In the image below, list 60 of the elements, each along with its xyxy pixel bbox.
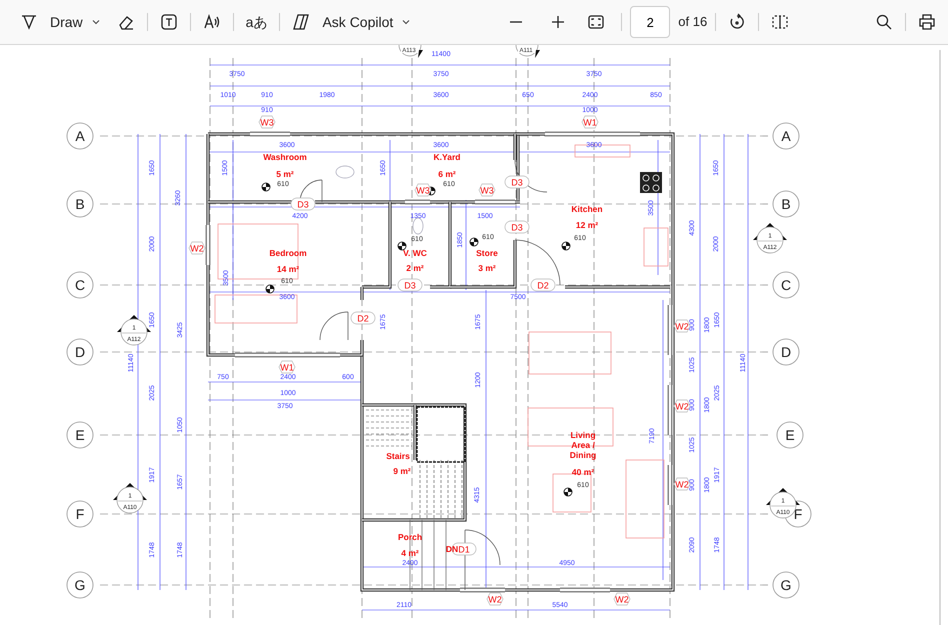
grid-bubble: A	[772, 122, 800, 150]
level-marker-icon	[470, 238, 478, 246]
tag-label: W1	[278, 360, 296, 374]
grid-bubble: F	[66, 500, 94, 528]
room-area: 12 m²	[576, 220, 598, 230]
room-name: Washroom	[263, 152, 307, 162]
room-area: 40 m²	[572, 467, 594, 477]
level-marker-icon	[564, 488, 572, 496]
grid-bubble: E	[66, 422, 94, 448]
grid-bubble: A	[66, 122, 94, 150]
room-name: V. WC	[403, 248, 427, 258]
grid-bubble: D	[66, 338, 94, 366]
grid-bubble: B	[66, 190, 94, 218]
translate-button[interactable]: aあ	[242, 8, 272, 36]
room-area: 14 m²	[276, 264, 300, 274]
grid-bubble: G	[66, 572, 94, 598]
page-number-field[interactable]: 2	[630, 6, 670, 38]
grid-bubble: D	[772, 338, 800, 366]
tag-label: W1	[582, 116, 598, 128]
room-name: Living Area / Dining	[570, 430, 596, 460]
ask-copilot-button[interactable]: Ask Copilot	[318, 8, 398, 36]
tag-label: W2	[674, 320, 690, 332]
room-area: 4 m²	[401, 548, 419, 558]
tag-label: D3	[290, 198, 316, 210]
page-count: of 16	[678, 13, 708, 32]
room-area: 6 m²	[438, 169, 456, 179]
room-name: Store	[476, 248, 498, 258]
tag-label: W3	[414, 184, 432, 196]
level-marker-icon	[562, 242, 570, 250]
tag-label: D3	[398, 278, 422, 292]
room-area: 2 m²	[406, 263, 424, 273]
grid-bubble: C	[66, 272, 94, 298]
room-area: 5 m²	[276, 169, 294, 179]
tag-label: D2	[350, 312, 376, 324]
tag-label: W2	[614, 592, 630, 606]
room-name: Bedroom	[269, 248, 307, 258]
grid-bubble: B	[772, 190, 800, 218]
grid-bubble: E	[776, 422, 804, 448]
tag-label: W3	[258, 116, 276, 128]
tag-label: D2	[530, 278, 556, 292]
tag-label: D3	[504, 176, 530, 188]
level-marker-icon	[266, 284, 274, 294]
tag-label: W2	[674, 400, 690, 412]
room-name: Porch	[398, 532, 422, 542]
grid-bubble: C	[772, 272, 800, 298]
tag-label: W2	[674, 478, 690, 490]
grid-bubble: G	[772, 572, 800, 598]
level-marker-icon	[398, 242, 406, 250]
room-name: Stairs	[386, 451, 410, 461]
room-area: 3 m²	[478, 263, 496, 273]
room-name: Kitchen	[571, 204, 603, 214]
level-marker-icon	[262, 182, 270, 192]
tag-label: D3	[504, 220, 530, 234]
tag-label: W2	[188, 242, 206, 254]
tag-label: W3	[478, 184, 496, 196]
draw-button[interactable]: Draw	[46, 8, 87, 36]
room-name: K.Yard	[434, 152, 460, 162]
tag-label: W2	[486, 592, 504, 606]
room-area: 9 m²	[393, 466, 411, 476]
stair-direction-label: DN	[446, 544, 458, 554]
